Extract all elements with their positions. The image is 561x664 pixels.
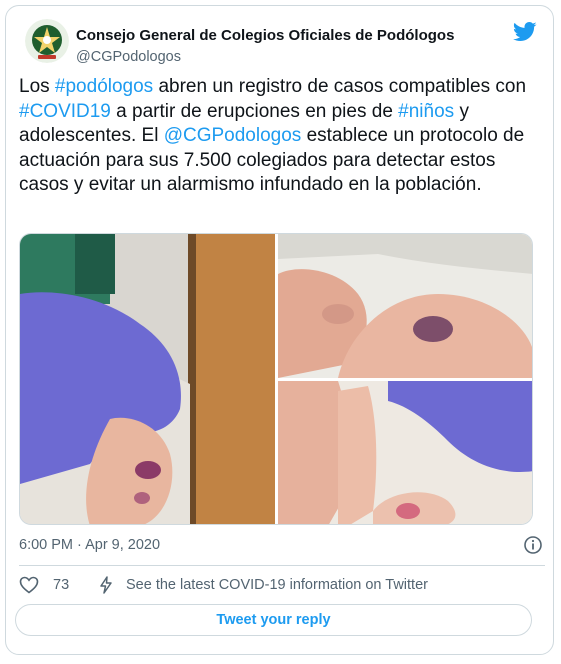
photo-toes-gloved[interactable] — [278, 381, 532, 524]
photo-gloved-hand-foot[interactable] — [20, 234, 275, 524]
tweet-media[interactable] — [19, 233, 533, 525]
tweet-text: Los #podólogos abren un registro de caso… — [19, 75, 535, 198]
tweet-link[interactable]: #COVID19 — [19, 101, 111, 122]
author-handle[interactable]: @CGPodologos — [76, 49, 181, 65]
heart-icon — [19, 576, 39, 594]
divider — [19, 565, 545, 566]
author-name[interactable]: Consejo General de Colegios Oficiales de… — [76, 27, 454, 44]
tweet-text-segment: Los — [19, 76, 55, 97]
lightning-icon — [100, 576, 112, 594]
tweet-link[interactable]: #niños — [398, 101, 454, 122]
tweet-text-segment: abren un registro de casos compatibles c… — [153, 76, 527, 97]
tweet-link[interactable]: @CGPodologos — [164, 125, 302, 146]
covid-info-link[interactable]: See the latest COVID-19 information on T… — [99, 576, 428, 594]
reply-button-label: Tweet your reply — [216, 612, 331, 628]
twitter-bird-icon[interactable] — [513, 22, 537, 42]
tweet-reply-button[interactable]: Tweet your reply — [15, 604, 532, 636]
tweet-text-segment: a partir de erupciones en pies de — [110, 100, 399, 122]
like-button[interactable]: 73 — [19, 576, 69, 594]
tweet-timestamp[interactable]: 6:00 PM · Apr 9, 2020 — [19, 537, 160, 553]
tweet-link[interactable]: #podólogos — [55, 76, 153, 97]
avatar[interactable] — [25, 19, 69, 63]
photo-toe-lesion[interactable] — [278, 234, 532, 378]
covid-info-text: See the latest COVID-19 information on T… — [126, 577, 428, 593]
info-icon[interactable] — [523, 535, 543, 555]
like-count: 73 — [53, 577, 70, 593]
